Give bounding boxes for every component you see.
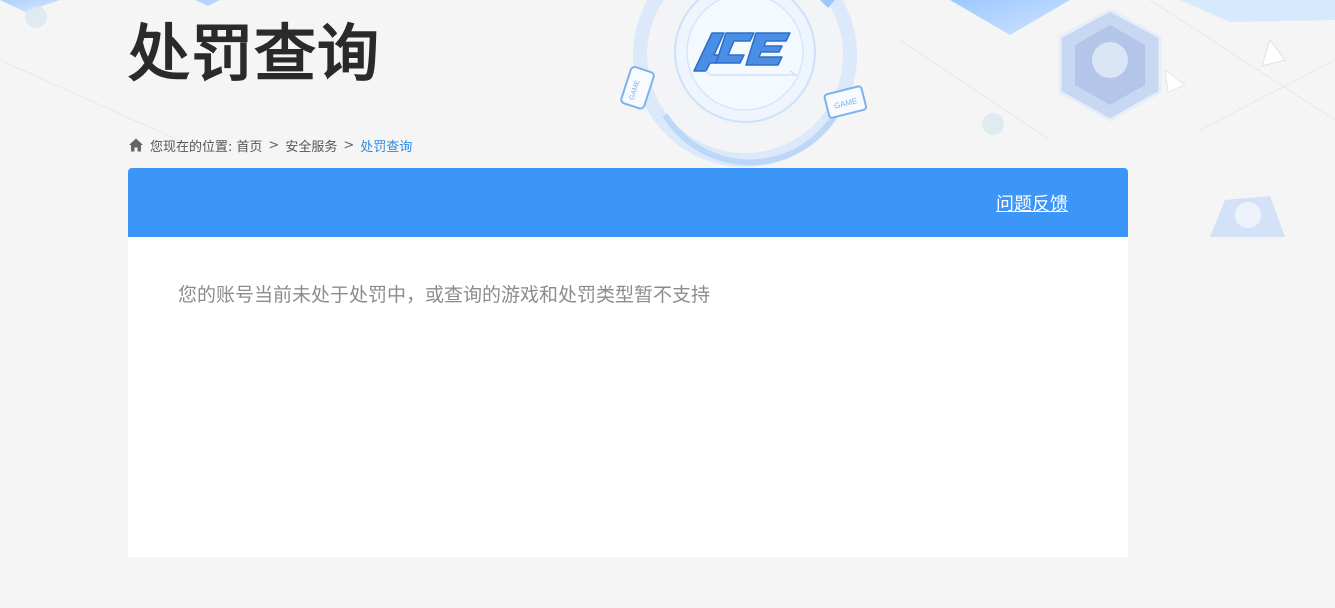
breadcrumb-current: 处罚查询	[360, 139, 413, 155]
query-result-message: 您的账号当前未处于处罚中，或查询的游戏和处罚类型暂不支持	[178, 284, 711, 306]
breadcrumb-home-link[interactable]: 首页	[236, 136, 262, 155]
ace-logo	[693, 32, 799, 76]
panel-header: 问题反馈	[128, 168, 1128, 237]
breadcrumb-prefix: 您现在的位置:	[150, 139, 233, 155]
breadcrumb-separator: >	[343, 137, 355, 153]
feedback-link[interactable]: 问题反馈	[996, 190, 1068, 216]
breadcrumb-security-service-link[interactable]: 安全服务	[285, 136, 337, 155]
page-title: 处罚查询	[128, 17, 381, 90]
home-icon[interactable]	[128, 137, 144, 153]
breadcrumb: 您现在的位置: 首页 > 安全服务 > 处罚查询	[128, 135, 412, 155]
panel-body: 您的账号当前未处于处罚中，或查询的游戏和处罚类型暂不支持	[128, 237, 1128, 350]
breadcrumb-separator: >	[268, 137, 280, 153]
penalty-query-panel: 问题反馈 您的账号当前未处于处罚中，或查询的游戏和处罚类型暂不支持	[128, 168, 1128, 557]
